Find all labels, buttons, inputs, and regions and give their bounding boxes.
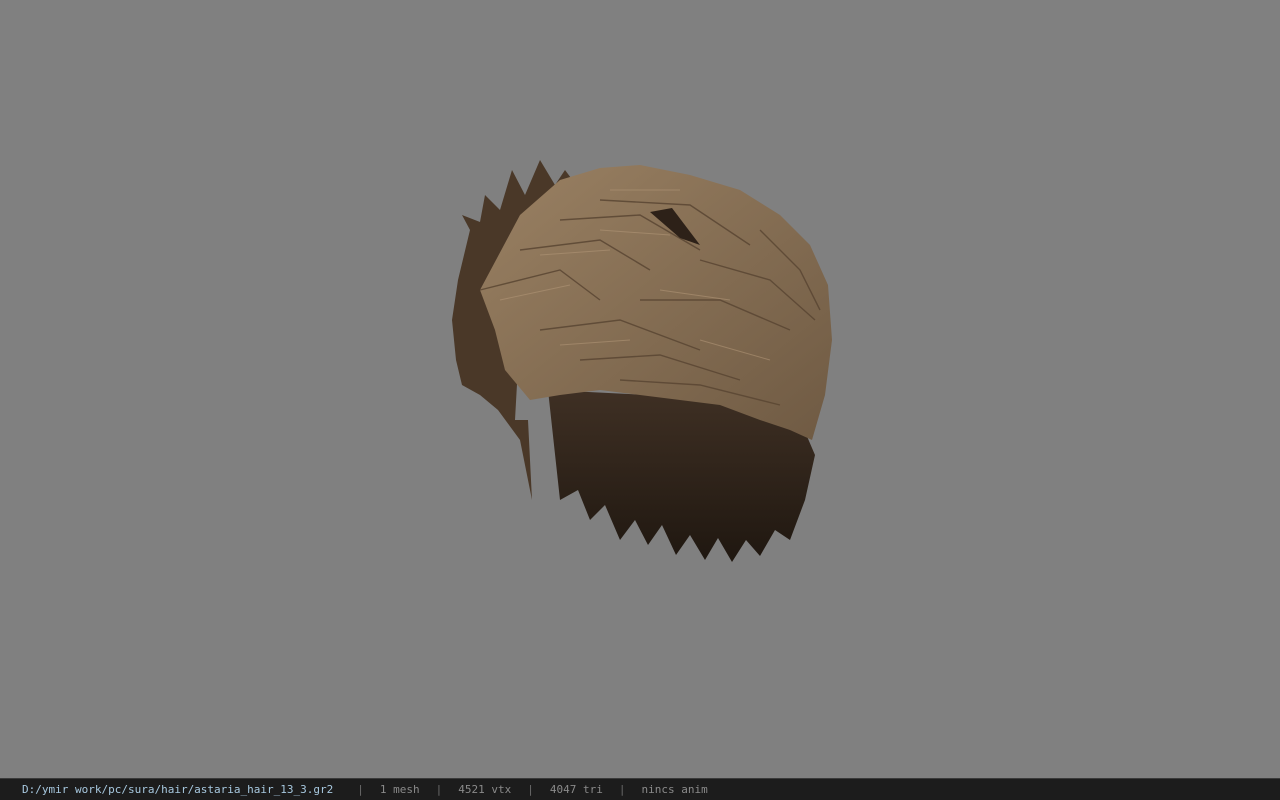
separator: | <box>527 783 534 796</box>
vertex-count: 4521 vtx <box>458 783 512 796</box>
triangle-count: 4047 tri <box>549 783 603 796</box>
status-bar: D:/ymir work/pc/sura/hair/astaria_hair_1… <box>0 778 1280 800</box>
3d-viewport[interactable] <box>0 0 1280 778</box>
animation-status: nincs anim <box>641 783 708 796</box>
separator: | <box>435 783 443 796</box>
mesh-count: 1 mesh <box>379 783 420 796</box>
separator: | <box>618 783 626 796</box>
separator: | <box>357 783 364 796</box>
hair-model-render[interactable] <box>0 0 1280 778</box>
file-path: D:/ymir work/pc/sura/hair/astaria_hair_1… <box>22 783 334 796</box>
